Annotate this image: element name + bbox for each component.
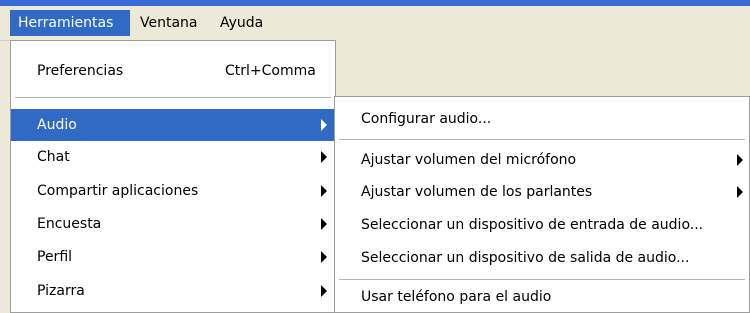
submenu-arrow-icon (321, 119, 327, 131)
menu-item-audio[interactable]: Audio (11, 109, 335, 141)
menu-item-seleccionar-entrada-audio[interactable]: Seleccionar un dispositivo de entrada de… (335, 209, 749, 241)
menu-item-shortcut: Ctrl+Comma (225, 63, 316, 79)
submenu-arrow-icon (321, 251, 327, 263)
menu-item-label: Perfil (37, 249, 73, 265)
submenu-arrow-icon (321, 185, 327, 197)
audio-submenu: Configurar audio... Ajustar volumen del … (334, 96, 750, 313)
menu-separator (339, 279, 745, 280)
menu-item-usar-telefono-audio[interactable]: Usar teléfono para el audio (335, 281, 749, 313)
menu-item-label: Configurar audio... (361, 111, 492, 127)
menu-item-label: Pizarra (37, 283, 85, 299)
tools-dropdown-menu: Preferencias Ctrl+Comma Audio Chat Compa… (10, 40, 336, 313)
submenu-arrow-icon (321, 285, 327, 297)
menu-item-configurar-audio[interactable]: Configurar audio... (335, 103, 749, 135)
menu-bar: Herramientas Ventana Ayuda (0, 6, 750, 41)
menu-item-preferencias[interactable]: Preferencias Ctrl+Comma (11, 55, 335, 87)
submenu-arrow-icon (321, 218, 327, 230)
menu-item-perfil[interactable]: Perfil (11, 241, 335, 273)
menu-item-encuesta[interactable]: Encuesta (11, 208, 335, 240)
menu-ayuda[interactable]: Ayuda (212, 10, 271, 36)
menu-item-label: Preferencias (37, 63, 124, 79)
menu-separator (15, 97, 331, 98)
menu-item-seleccionar-salida-audio[interactable]: Seleccionar un dispositivo de salida de … (335, 242, 749, 274)
menu-item-compartir-aplicaciones[interactable]: Compartir aplicaciones (11, 175, 335, 207)
submenu-arrow-icon (737, 154, 743, 166)
toolbar-area (330, 40, 750, 99)
menu-item-label: Compartir aplicaciones (37, 183, 199, 199)
submenu-arrow-icon (737, 186, 743, 198)
menu-item-label: Ajustar volumen del micrófono (361, 152, 577, 168)
menu-item-ajustar-volumen-microfono[interactable]: Ajustar volumen del micrófono (335, 144, 749, 176)
menu-separator (339, 139, 745, 140)
menu-ventana[interactable]: Ventana (132, 10, 206, 36)
menu-item-pizarra[interactable]: Pizarra (11, 275, 335, 307)
menu-item-ajustar-volumen-parlantes[interactable]: Ajustar volumen de los parlantes (335, 176, 749, 208)
submenu-arrow-icon (321, 151, 327, 163)
menu-item-chat[interactable]: Chat (11, 141, 335, 173)
menu-item-label: Chat (37, 149, 70, 165)
menu-item-label: Encuesta (37, 216, 102, 232)
menu-item-label: Ajustar volumen de los parlantes (361, 184, 593, 200)
menu-item-label: Usar teléfono para el audio (361, 289, 552, 305)
menu-item-label: Seleccionar un dispositivo de salida de … (361, 250, 690, 266)
menu-item-label: Audio (37, 117, 77, 133)
menu-herramientas[interactable]: Herramientas (10, 10, 130, 36)
menu-item-label: Seleccionar un dispositivo de entrada de… (361, 217, 704, 233)
